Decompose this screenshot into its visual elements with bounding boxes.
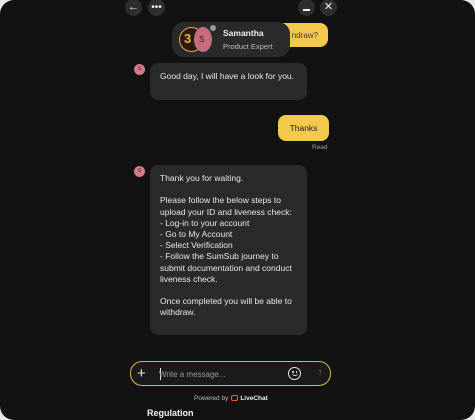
powered-by-label: Powered by [194,395,229,402]
emoji-button[interactable] [288,367,301,380]
status-indicator [210,25,216,31]
agent-role: Product Expert [223,42,273,51]
agent-avatar-initial: S [199,35,205,44]
back-button[interactable]: ← [125,0,142,16]
minimize-icon [303,9,310,11]
message-input[interactable] [159,367,279,381]
agent-header[interactable]: 3 S Samantha Product Expert [172,22,290,57]
livechat-brand: LiveChat [240,395,268,402]
powered-by[interactable]: Powered by LiveChat [194,395,268,402]
arrow-left-icon: ← [128,1,139,13]
regulation-heading: Regulation [147,408,194,418]
agent-message: Thank you for waiting. Please follow the… [150,165,307,335]
arrow-up-icon: ↑ [317,367,323,378]
read-receipt: Read [312,144,328,151]
user-message: Thanks [278,115,329,141]
livechat-logo-icon [231,395,239,401]
more-horizontal-icon: ••• [151,2,162,13]
message-avatar: S [134,166,145,177]
more-options-button[interactable]: ••• [148,0,165,16]
brand-avatar-number: 3 [184,31,192,46]
previous-message-text: ndraw? [291,31,318,40]
close-button[interactable]: ✕ [320,0,337,16]
plus-icon: + [137,365,146,382]
agent-name: Samantha [223,28,264,38]
agent-avatar: S [194,27,212,52]
add-attachment-button[interactable]: + [137,365,146,382]
chat-topbar: ← ••• ✕ [0,0,475,16]
chat-window: ← ••• ✕ ndraw? 3 S Samantha Product Expe… [0,0,475,420]
close-icon: ✕ [323,1,334,13]
agent-message: Good day, I will have a look for you. [150,63,307,100]
minimize-button[interactable] [298,0,315,16]
send-button[interactable]: ↑ [313,366,327,380]
message-avatar: S [134,64,145,75]
message-composer: + ↑ [130,361,331,386]
